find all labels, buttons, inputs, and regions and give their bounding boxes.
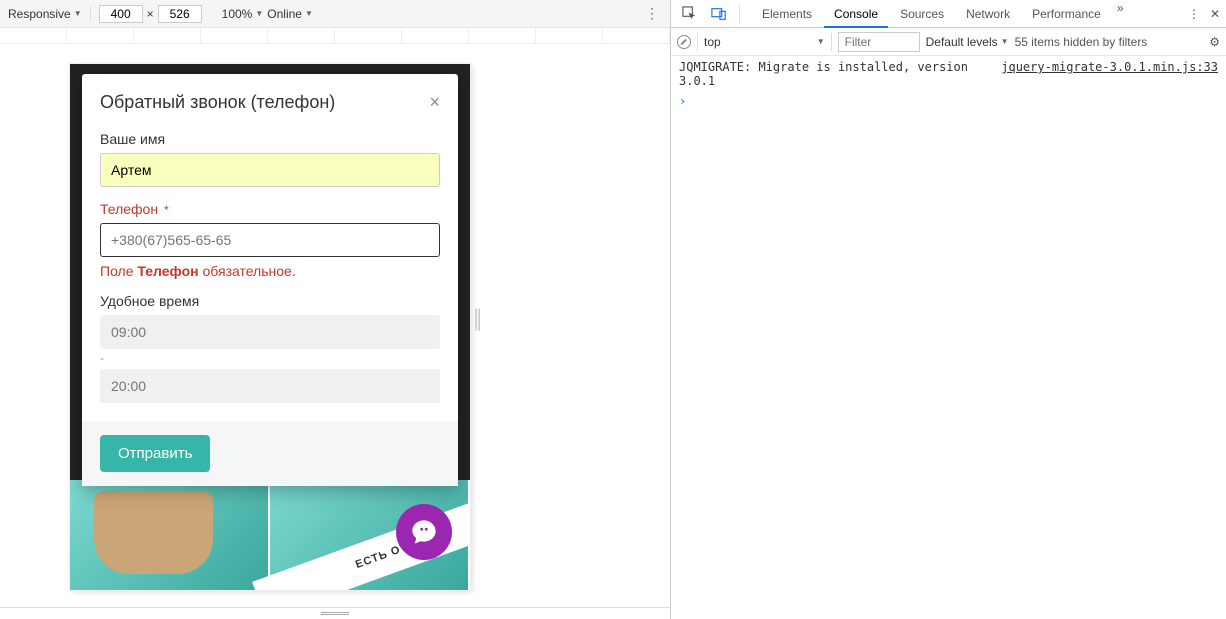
network-dropdown[interactable]: Online ▼ [267, 7, 313, 21]
clear-console-icon[interactable] [677, 35, 691, 49]
tab-performance[interactable]: Performance [1022, 1, 1111, 27]
chevron-down-icon: ▼ [1001, 37, 1009, 46]
time-label: Удобное время [100, 293, 440, 309]
context-label: top [704, 35, 721, 49]
required-mark: * [164, 203, 169, 217]
time-sep: - [100, 351, 440, 365]
chevron-down-icon: ▼ [305, 9, 313, 18]
resize-handle[interactable]: ║ [471, 309, 484, 330]
viewport-wrap: ЕСТЬ ОТКРЫТ Обратный звонок (телефон) × … [0, 44, 670, 607]
submit-button[interactable]: Отправить [100, 435, 210, 472]
devtools: Elements Console Sources Network Perform… [671, 0, 1226, 619]
name-label: Ваше имя [100, 131, 440, 147]
ruler [0, 28, 670, 44]
log-levels-dropdown[interactable]: Default levels ▼ [926, 35, 1009, 49]
time-from-input[interactable] [100, 315, 440, 349]
tabs-overflow[interactable]: » [1113, 1, 1128, 27]
responsive-label: Responsive [8, 7, 71, 21]
chat-icon [410, 518, 438, 546]
zoom-label: 100% [222, 7, 253, 21]
phone-error: Поле Телефон обязательное. [100, 263, 440, 279]
tab-console[interactable]: Console [824, 1, 888, 27]
bottom-grip[interactable] [0, 607, 670, 619]
viewport: ЕСТЬ ОТКРЫТ Обратный звонок (телефон) × … [70, 64, 470, 590]
levels-label: Default levels [926, 35, 998, 49]
device-toggle-icon[interactable] [707, 7, 731, 21]
separator [90, 6, 91, 22]
tab-elements[interactable]: Elements [752, 1, 822, 27]
hidden-items-info: 55 items hidden by filters [1015, 35, 1148, 49]
close-icon[interactable]: × [429, 92, 440, 113]
modal-title: Обратный звонок (телефон) [100, 92, 335, 113]
console-message: JQMIGRATE: Migrate is installed, version… [679, 60, 993, 88]
name-input[interactable] [100, 153, 440, 187]
chevron-down-icon: ▼ [255, 9, 263, 18]
console-prompt[interactable]: › [679, 94, 1218, 108]
network-label: Online [267, 7, 302, 21]
device-toolbar: Responsive ▼ × 100% ▼ Online ▼ ⋮ [0, 0, 670, 28]
width-input[interactable] [99, 5, 143, 23]
chat-fab[interactable] [396, 504, 452, 560]
console-filter-input[interactable] [838, 32, 920, 52]
kebab-icon[interactable]: ⋮ [645, 5, 660, 22]
chevron-down-icon: ▼ [74, 9, 82, 18]
devtools-header: Elements Console Sources Network Perform… [671, 0, 1226, 28]
times-label: × [147, 7, 154, 21]
devtools-tabs: Elements Console Sources Network Perform… [752, 1, 1128, 27]
zoom-dropdown[interactable]: 100% ▼ [222, 7, 264, 21]
context-dropdown[interactable]: top ▼ [704, 35, 825, 49]
phone-input[interactable] [100, 223, 440, 257]
kebab-icon[interactable]: ⋮ [1188, 7, 1200, 21]
callback-modal: Обратный звонок (телефон) × Ваше имя Тел… [82, 74, 458, 486]
tab-network[interactable]: Network [956, 1, 1020, 27]
console-toolbar: top ▼ Default levels ▼ 55 items hidden b… [671, 28, 1226, 56]
tab-sources[interactable]: Sources [890, 1, 954, 27]
device-panel: Responsive ▼ × 100% ▼ Online ▼ ⋮ [0, 0, 671, 619]
bag-image [94, 491, 213, 574]
chevron-down-icon: ▼ [817, 37, 825, 46]
product-tile [70, 480, 270, 590]
phone-label: Телефон * [100, 201, 440, 217]
responsive-dropdown[interactable]: Responsive ▼ [8, 7, 82, 21]
close-icon[interactable]: ✕ [1210, 7, 1220, 21]
height-input[interactable] [158, 5, 202, 23]
console-body: JQMIGRATE: Migrate is installed, version… [671, 56, 1226, 619]
console-line: JQMIGRATE: Migrate is installed, version… [679, 60, 1218, 88]
gear-icon[interactable]: ⚙ [1209, 35, 1220, 49]
inspect-icon[interactable] [677, 6, 701, 21]
console-source-link[interactable]: jquery-migrate-3.0.1.min.js:33 [1001, 60, 1218, 88]
time-to-input[interactable] [100, 369, 440, 403]
